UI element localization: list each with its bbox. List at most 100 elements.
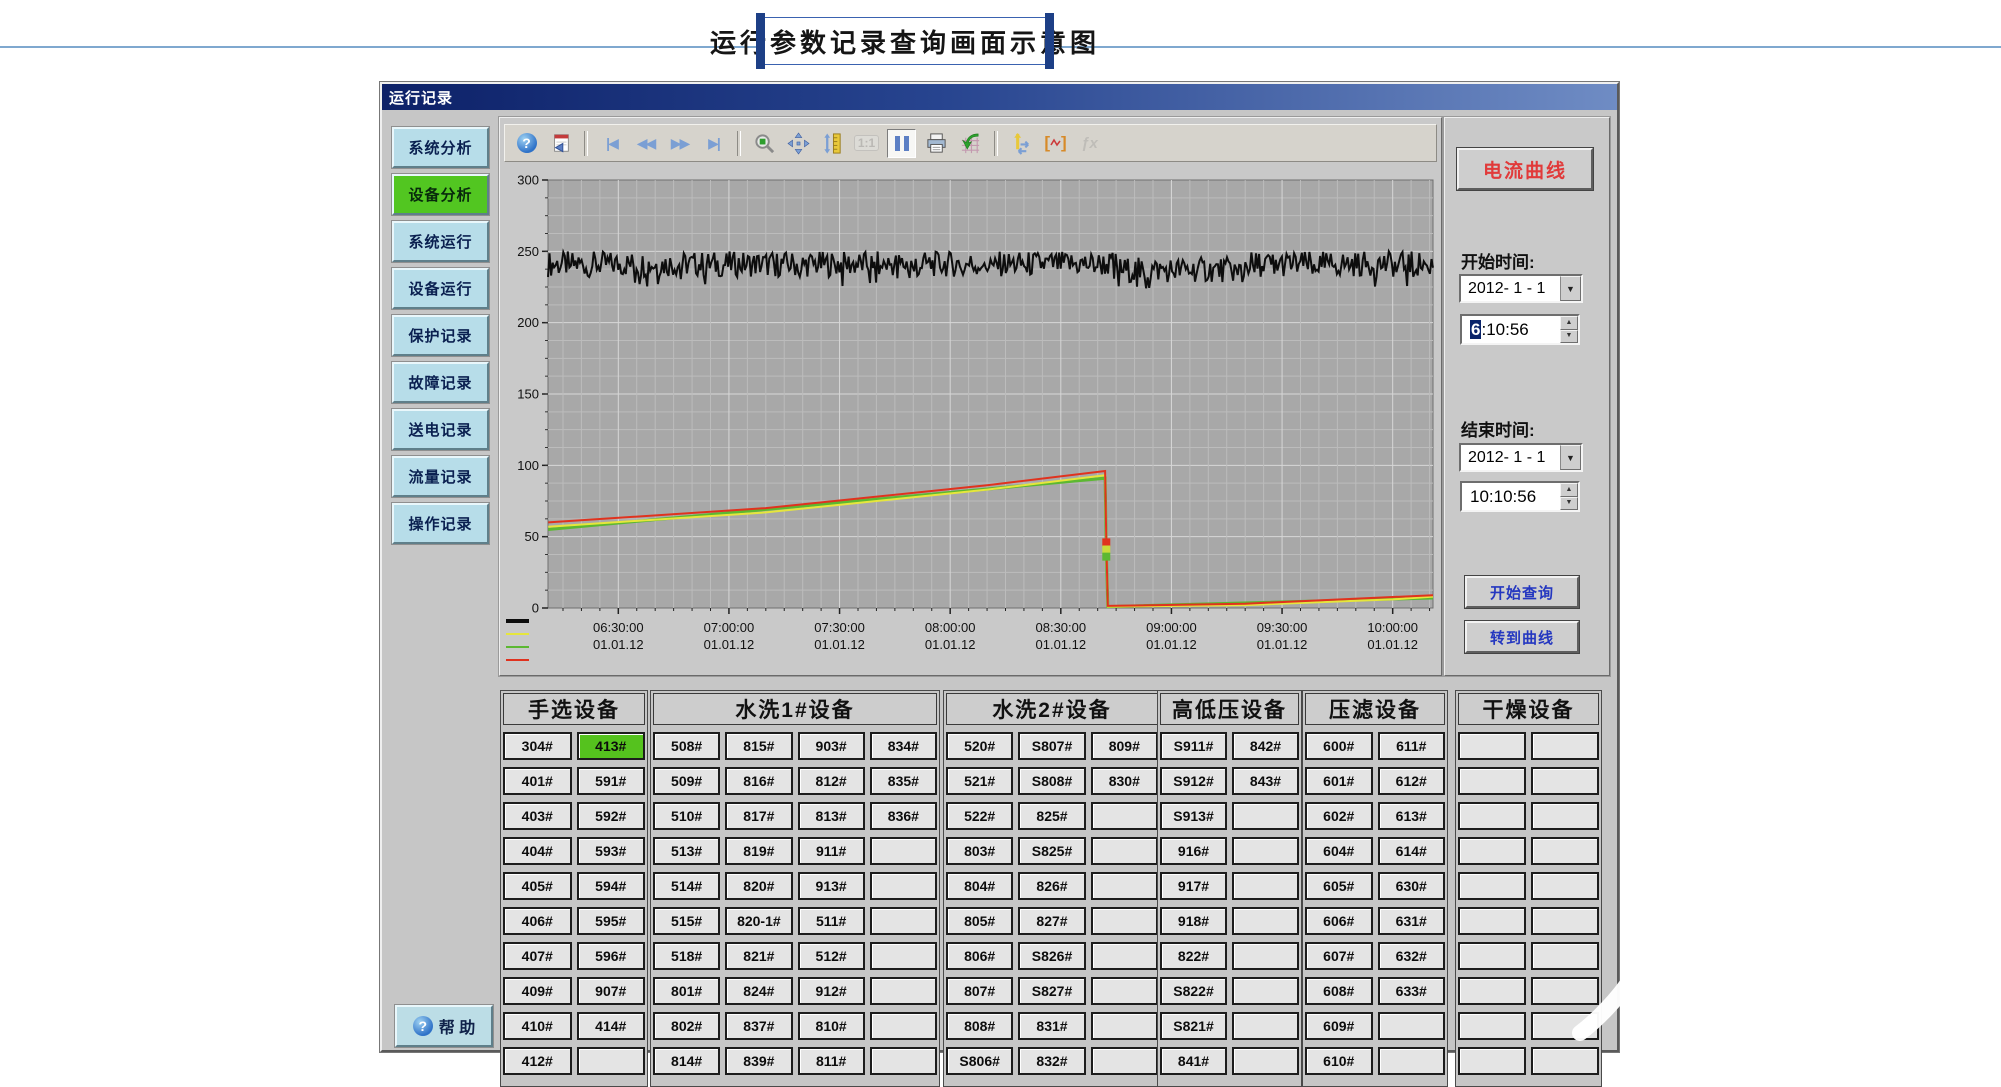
device-cell-593[interactable]: 593# — [577, 837, 646, 865]
device-cell-518[interactable]: 518# — [653, 942, 720, 970]
device-cell-806[interactable]: 806# — [946, 942, 1013, 970]
end-date-select[interactable]: 2012- 1 - 1 ▼ — [1459, 443, 1583, 472]
device-cell-304[interactable]: 304# — [503, 732, 572, 760]
device-cell-820-1[interactable]: 820-1# — [725, 907, 792, 935]
device-cell-S826[interactable]: S826# — [1018, 942, 1085, 970]
device-cell-836[interactable]: 836# — [870, 802, 937, 830]
device-cell-814[interactable]: 814# — [653, 1047, 720, 1075]
device-cell-S806[interactable]: S806# — [946, 1047, 1013, 1075]
device-cell-594[interactable]: 594# — [577, 872, 646, 900]
sidebar-item-6[interactable]: 故障记录 — [392, 362, 489, 403]
device-cell-606[interactable]: 606# — [1305, 907, 1373, 935]
device-cell-911[interactable]: 911# — [798, 837, 865, 865]
device-cell-817[interactable]: 817# — [725, 802, 792, 830]
device-cell-816[interactable]: 816# — [725, 767, 792, 795]
device-cell-607[interactable]: 607# — [1305, 942, 1373, 970]
device-cell-602[interactable]: 602# — [1305, 802, 1373, 830]
device-cell-912[interactable]: 912# — [798, 977, 865, 1005]
device-cell-406[interactable]: 406# — [503, 907, 572, 935]
device-cell-913[interactable]: 913# — [798, 872, 865, 900]
bracket-icon[interactable]: [] — [1042, 130, 1069, 157]
device-cell-521[interactable]: 521# — [946, 767, 1013, 795]
device-cell-412[interactable]: 412# — [503, 1047, 572, 1075]
start-date-select[interactable]: 2012- 1 - 1 ▼ — [1459, 274, 1583, 303]
spinner-up-icon[interactable]: ▲ — [1560, 316, 1578, 330]
device-cell-401[interactable]: 401# — [503, 767, 572, 795]
device-cell-805[interactable]: 805# — [946, 907, 1013, 935]
device-cell-613[interactable]: 613# — [1378, 802, 1446, 830]
device-cell-S825[interactable]: S825# — [1018, 837, 1085, 865]
goto-curve-button[interactable]: 转到曲线 — [1465, 621, 1579, 653]
device-cell-632[interactable]: 632# — [1378, 942, 1446, 970]
device-cell-513[interactable]: 513# — [653, 837, 720, 865]
sidebar-item-9[interactable]: 操作记录 — [392, 503, 489, 544]
device-cell-591[interactable]: 591# — [577, 767, 646, 795]
device-cell-611[interactable]: 611# — [1378, 732, 1446, 760]
device-cell-812[interactable]: 812# — [798, 767, 865, 795]
last-record-icon[interactable]: ▶| — [700, 130, 727, 157]
device-cell-409[interactable]: 409# — [503, 977, 572, 1005]
device-cell-825[interactable]: 825# — [1018, 802, 1085, 830]
device-cell-807[interactable]: 807# — [946, 977, 1013, 1005]
start-date-dropdown-icon[interactable]: ▼ — [1560, 276, 1581, 301]
device-cell-813[interactable]: 813# — [798, 802, 865, 830]
device-cell-405[interactable]: 405# — [503, 872, 572, 900]
sidebar-item-1[interactable]: 系统分析 — [392, 127, 489, 168]
device-cell-S827[interactable]: S827# — [1018, 977, 1085, 1005]
device-cell-S821[interactable]: S821# — [1160, 1012, 1227, 1040]
device-cell-608[interactable]: 608# — [1305, 977, 1373, 1005]
device-cell-835[interactable]: 835# — [870, 767, 937, 795]
device-cell-522[interactable]: 522# — [946, 802, 1013, 830]
curve-switch-icon[interactable] — [1008, 130, 1035, 157]
end-time-spinner[interactable]: 10:10:56 ▲▼ — [1460, 481, 1580, 512]
device-cell-811[interactable]: 811# — [798, 1047, 865, 1075]
device-cell-S808[interactable]: S808# — [1018, 767, 1085, 795]
device-cell-612[interactable]: 612# — [1378, 767, 1446, 795]
device-cell-592[interactable]: 592# — [577, 802, 646, 830]
sidebar-item-5[interactable]: 保护记录 — [392, 315, 489, 356]
device-cell-410[interactable]: 410# — [503, 1012, 572, 1040]
device-cell-630[interactable]: 630# — [1378, 872, 1446, 900]
device-cell-810[interactable]: 810# — [798, 1012, 865, 1040]
device-cell-830[interactable]: 830# — [1091, 767, 1158, 795]
device-cell-824[interactable]: 824# — [725, 977, 792, 1005]
device-cell-837[interactable]: 837# — [725, 1012, 792, 1040]
first-record-icon[interactable]: |◀ — [598, 130, 625, 157]
device-cell-843[interactable]: 843# — [1232, 767, 1299, 795]
device-cell-918[interactable]: 918# — [1160, 907, 1227, 935]
device-cell-808[interactable]: 808# — [946, 1012, 1013, 1040]
device-cell-802[interactable]: 802# — [653, 1012, 720, 1040]
device-cell-609[interactable]: 609# — [1305, 1012, 1373, 1040]
device-cell-604[interactable]: 604# — [1305, 837, 1373, 865]
device-cell-403[interactable]: 403# — [503, 802, 572, 830]
device-cell-809[interactable]: 809# — [1091, 732, 1158, 760]
spinner-down-icon[interactable]: ▼ — [1560, 497, 1578, 511]
device-cell-801[interactable]: 801# — [653, 977, 720, 1005]
start-time-spinner[interactable]: 6:10:56 ▲▼ — [1460, 314, 1580, 345]
end-date-dropdown-icon[interactable]: ▼ — [1560, 445, 1581, 470]
device-cell-S912[interactable]: S912# — [1160, 767, 1227, 795]
pan-icon[interactable] — [785, 130, 812, 157]
pause-icon[interactable] — [887, 129, 916, 158]
device-cell-633[interactable]: 633# — [1378, 977, 1446, 1005]
device-cell-821[interactable]: 821# — [725, 942, 792, 970]
device-cell-820[interactable]: 820# — [725, 872, 792, 900]
device-cell-S911[interactable]: S911# — [1160, 732, 1227, 760]
spinner-up-icon[interactable]: ▲ — [1560, 483, 1578, 497]
current-curve-button[interactable]: 电流曲线 — [1457, 148, 1593, 190]
device-cell-510[interactable]: 510# — [653, 802, 720, 830]
device-cell-512[interactable]: 512# — [798, 942, 865, 970]
device-cell-834[interactable]: 834# — [870, 732, 937, 760]
device-cell-595[interactable]: 595# — [577, 907, 646, 935]
device-cell-S807[interactable]: S807# — [1018, 732, 1085, 760]
device-cell-903[interactable]: 903# — [798, 732, 865, 760]
device-cell-831[interactable]: 831# — [1018, 1012, 1085, 1040]
device-cell-520[interactable]: 520# — [946, 732, 1013, 760]
zoom-icon[interactable] — [751, 130, 778, 157]
device-cell-841[interactable]: 841# — [1160, 1047, 1227, 1075]
device-cell-511[interactable]: 511# — [798, 907, 865, 935]
device-cell-614[interactable]: 614# — [1378, 837, 1446, 865]
device-cell-917[interactable]: 917# — [1160, 872, 1227, 900]
device-cell-508[interactable]: 508# — [653, 732, 720, 760]
device-cell-605[interactable]: 605# — [1305, 872, 1373, 900]
